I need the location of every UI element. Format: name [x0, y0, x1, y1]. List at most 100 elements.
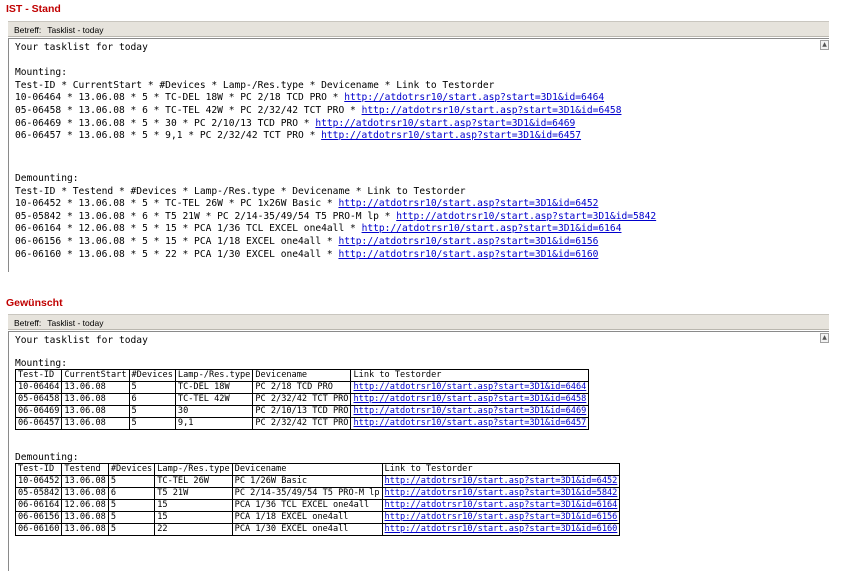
soll-mounting-column-header: Link to Testorder	[350, 368, 590, 382]
soll-demounting-cell: 22	[154, 522, 233, 536]
soll-mounting-cell: PC 2/10/13 TCD PRO	[252, 404, 352, 418]
ist-demounting-row: 06-06164 * 12.06.08 * 5 * 15 * PCA 1/36 …	[15, 223, 817, 236]
ist-mounting-testorder-link[interactable]: http://atdotrsr10/start.asp?start=3D1&id…	[321, 130, 581, 141]
soll-mounting-cell: 06-06469	[14, 404, 63, 418]
soll-mounting-cell: http://atdotrsr10/start.asp?start=3D1&id…	[350, 416, 590, 430]
soll-demounting-cell: http://atdotrsr10/start.asp?start=3D1&id…	[381, 498, 621, 512]
table-row: 06-06164 12.06.08 5 15 PCA 1/36 TCL EXCEL on…	[14, 498, 621, 512]
ist-demounting-testorder-link[interactable]: http://atdotrsr10/start.asp?start=3D1&id…	[362, 223, 622, 234]
soll-mounting-label: Mounting:	[15, 357, 67, 369]
soll-demounting-cell: 10-06452	[14, 474, 63, 488]
soll-mounting-column-header: CurrentStart	[61, 368, 130, 382]
soll-demounting-cell: 5	[107, 498, 156, 512]
soll-demounting-testorder-link[interactable]: http://atdotrsr10/start.asp?start=3D1&id…	[385, 512, 618, 522]
soll-demounting-column-header: Devicename	[231, 462, 383, 476]
table-row: 06-06469 13.06.08 5 30 PC 2/10/13 TCD PRO htt…	[14, 404, 590, 418]
table-row: 06-06457 13.06.08 5 9,1 PC 2/32/42 TCT PRO ht…	[14, 416, 590, 430]
soll-mounting-cell: PC 2/18 TCD PRO	[252, 380, 352, 394]
soll-demounting-cell: 13.06.08	[61, 486, 109, 500]
soll-mounting-testorder-link[interactable]: http://atdotrsr10/start.asp?start=3D1&id…	[353, 382, 586, 392]
soll-demounting-testorder-link[interactable]: http://atdotrsr10/start.asp?start=3D1&id…	[385, 500, 618, 510]
ist-mounting-testorder-link[interactable]: http://atdotrsr10/start.asp?start=3D1&id…	[315, 118, 575, 129]
soll-demounting-cell: http://atdotrsr10/start.asp?start=3D1&id…	[381, 522, 621, 536]
ist-demounting-testorder-link[interactable]: http://atdotrsr10/start.asp?start=3D1&id…	[338, 198, 598, 209]
soll-demounting-cell: PCA 1/36 TCL EXCEL one4all	[231, 498, 383, 512]
soll-demounting-cell: 15	[154, 498, 233, 512]
soll-demounting-cell: 06-06160	[14, 522, 63, 536]
ist-demounting-row-text: 06-06156 * 13.06.08 * 5 * 15 * PCA 1/18 …	[15, 235, 339, 247]
ist-mounting-label: Mounting:	[15, 67, 67, 79]
soll-mounting-table: Test-ID CurrentStart #Devices Lamp-/Res.typ…	[14, 368, 590, 430]
table-row: 10-06452 13.06.08 5 TC-TEL 26W PC 1/26W Basi…	[14, 474, 621, 488]
ist-demounting-label: Demounting:	[15, 172, 79, 184]
soll-demounting-cell: 5	[107, 474, 156, 488]
ist-demounting-row: 05-05842 * 13.06.08 * 6 * T5 21W * PC 2/…	[15, 211, 817, 224]
soll-intro: Your tasklist for today	[15, 335, 148, 346]
soll-mounting-column-header: Devicename	[252, 368, 352, 382]
ist-demounting-testorder-link[interactable]: http://atdotrsr10/start.asp?start=3D1&id…	[338, 249, 598, 260]
scroll-up-arrow-icon[interactable]: ▲	[820, 333, 829, 343]
scroll-up-arrow-icon[interactable]: ▲	[820, 40, 829, 50]
soll-mounting-testorder-link[interactable]: http://atdotrsr10/start.asp?start=3D1&id…	[353, 418, 586, 428]
ist-demounting-row-text: 06-06164 * 12.06.08 * 5 * 15 * PCA 1/36 …	[15, 223, 362, 235]
soll-mounting-cell: 5	[128, 380, 176, 394]
soll-mounting-column-header: Test-ID	[14, 368, 63, 382]
soll-mounting-cell: PC 2/32/42 TCT PRO	[252, 416, 352, 430]
soll-demounting-cell: 6	[107, 486, 156, 500]
ist-demounting-row-text: 06-06160 * 13.06.08 * 5 * 22 * PCA 1/30 …	[15, 248, 339, 260]
ist-demounting-testorder-link[interactable]: http://atdotrsr10/start.asp?start=3D1&id…	[338, 236, 598, 247]
soll-demounting-cell: PC 1/26W Basic	[231, 474, 383, 488]
table-row: 05-06458 13.06.08 6 TC-TEL 42W PC 2/32/42 TC…	[14, 392, 590, 406]
ist-subject-value: Tasklist - today	[47, 25, 104, 35]
soll-mounting-cell: 05-06458	[14, 392, 63, 406]
soll-mounting-cell: PC 2/32/42 TCT PRO	[252, 392, 352, 406]
soll-demounting-cell: 13.06.08	[61, 510, 109, 524]
ist-mounting-row: 06-06469 * 13.06.08 * 5 * 30 * PC 2/10/1…	[15, 118, 817, 131]
ist-mounting-row: 10-06464 * 13.06.08 * 5 * TC-DEL 18W * P…	[15, 92, 817, 105]
soll-subject-label: Betreff:	[14, 318, 42, 328]
soll-demounting-cell: 13.06.08	[61, 522, 109, 536]
soll-mounting-testorder-link[interactable]: http://atdotrsr10/start.asp?start=3D1&id…	[353, 406, 586, 416]
soll-mounting-cell: 9,1	[174, 416, 254, 430]
soll-mounting-cell: 6	[128, 392, 176, 406]
soll-demounting-column-header: Lamp-/Res.type	[154, 462, 233, 476]
soll-demounting-column-header: #Devices	[107, 462, 156, 476]
ist-mounting-row: 06-06457 * 13.06.08 * 5 * 9,1 * PC 2/32/…	[15, 130, 817, 143]
ist-demounting-testorder-link[interactable]: http://atdotrsr10/start.asp?start=3D1&id…	[396, 211, 656, 222]
soll-demounting-cell: 05-05842	[14, 486, 63, 500]
soll-mounting-cell: 30	[174, 404, 254, 418]
soll-demounting-cell: 13.06.08	[61, 474, 109, 488]
soll-mounting-cell: 13.06.08	[61, 416, 130, 430]
ist-demounting-row: 10-06452 * 13.06.08 * 5 * TC-TEL 26W * P…	[15, 198, 817, 211]
soll-demounting-testorder-link[interactable]: http://atdotrsr10/start.asp?start=3D1&id…	[385, 524, 618, 534]
soll-demounting-column-header: Testend	[61, 462, 109, 476]
ist-mounting-testorder-link[interactable]: http://atdotrsr10/start.asp?start=3D1&id…	[362, 105, 622, 116]
ist-mounting-row-text: 06-06457 * 13.06.08 * 5 * 9,1 * PC 2/32/…	[15, 130, 322, 142]
soll-demounting-testorder-link[interactable]: http://atdotrsr10/start.asp?start=3D1&id…	[385, 476, 618, 486]
soll-demounting-cell: http://atdotrsr10/start.asp?start=3D1&id…	[381, 474, 621, 488]
soll-mounting-cell: TC-DEL 18W	[174, 380, 254, 394]
soll-demounting-cell: 5	[107, 510, 156, 524]
soll-mounting-cell: 10-06464	[14, 380, 63, 394]
soll-mounting-cell: http://atdotrsr10/start.asp?start=3D1&id…	[350, 392, 590, 406]
soll-mounting-cell: TC-TEL 42W	[174, 392, 254, 406]
soll-mounting-column-header: Lamp-/Res.type	[174, 368, 254, 382]
ist-mounting-testorder-link[interactable]: http://atdotrsr10/start.asp?start=3D1&id…	[344, 92, 604, 103]
soll-message-body[interactable]: ▲ Your tasklist for today Mounting: Test…	[8, 331, 829, 571]
ist-demounting-row: 06-06156 * 13.06.08 * 5 * 15 * PCA 1/18 …	[15, 236, 817, 249]
soll-demounting-cell: TC-TEL 26W	[154, 474, 233, 488]
ist-mounting-row: 05-06458 * 13.06.08 * 6 * TC-TEL 42W * P…	[15, 105, 817, 118]
soll-mounting-column-header: #Devices	[128, 368, 176, 382]
soll-demounting-cell: T5 21W	[154, 486, 233, 500]
soll-mounting-cell: 13.06.08	[61, 392, 130, 406]
soll-subject-value: Tasklist - today	[47, 318, 104, 328]
soll-mounting-cell: 06-06457	[14, 416, 63, 430]
soll-demounting-cell: PCA 1/18 EXCEL one4all	[231, 510, 383, 524]
soll-demounting-testorder-link[interactable]: http://atdotrsr10/start.asp?start=3D1&id…	[385, 488, 618, 498]
ist-mounting-header: Test-ID * CurrentStart * #Devices * Lamp…	[15, 79, 495, 91]
ist-mounting-row-text: 10-06464 * 13.06.08 * 5 * TC-DEL 18W * P…	[15, 92, 345, 104]
soll-mounting-testorder-link[interactable]: http://atdotrsr10/start.asp?start=3D1&id…	[353, 394, 586, 404]
ist-message-body[interactable]: ▲ Your tasklist for today Mounting: Test…	[8, 38, 829, 272]
table-row: 05-05842 13.06.08 6 T5 21W PC 2/14-35/49/54 …	[14, 486, 621, 500]
ist-demounting-header: Test-ID * Testend * #Devices * Lamp-/Res…	[15, 185, 466, 197]
